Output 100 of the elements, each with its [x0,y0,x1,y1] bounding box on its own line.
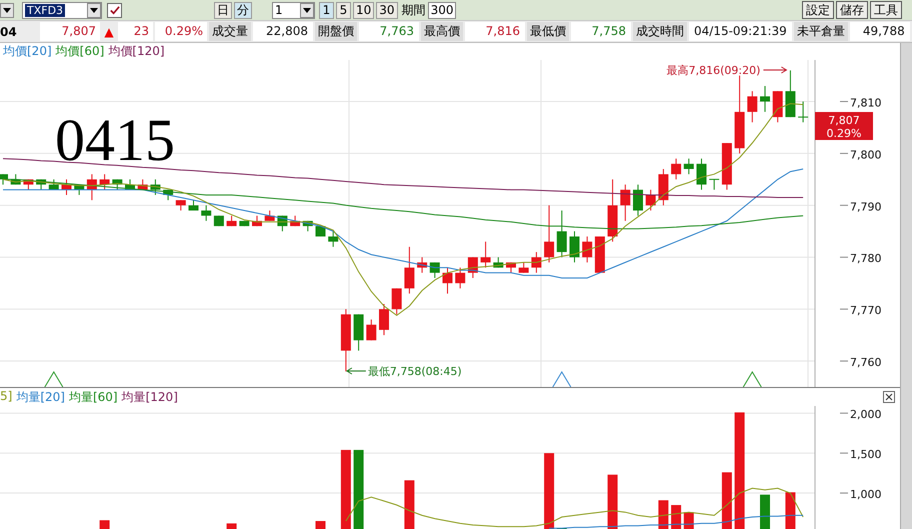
unit-button[interactable]: 日 [214,2,232,18]
candlestick [442,267,452,294]
arrow [762,66,788,74]
volume-bar [785,492,796,529]
candlestick [772,90,783,123]
toolbar-button[interactable]: 工具 [870,1,902,19]
interval-button[interactable]: 30 [376,2,398,18]
candlestick [379,303,389,336]
volume-bar [722,472,732,529]
candlestick [531,252,542,274]
candlestick [302,220,313,232]
interval-button[interactable]: 1 [319,2,334,18]
change-percent: 0.29% [155,22,207,41]
candlestick [10,174,21,186]
candlestick [100,174,110,190]
field-label: 最高價 [421,22,463,41]
candlestick [23,178,34,190]
candlestick [252,215,262,227]
candlestick [328,230,338,248]
axis-label: 7,810 [850,96,882,110]
candlestick [518,262,529,274]
candlestick [417,256,428,274]
candlestick [62,178,72,196]
field-value: 49,788 [850,22,910,41]
field-value: 04/15-09:21:39 [689,22,792,41]
unit-button[interactable]: 分 [234,2,252,18]
candlestick [556,210,567,258]
low-annotation: 最低7,758(08:45) [368,365,462,378]
candlestick [684,158,694,175]
candlestick [277,215,288,232]
period-label: 期間 [402,2,426,18]
change-direction: ▲ [103,24,115,38]
candlestick [226,215,237,227]
symbol-code: 04 [0,24,18,38]
candlestick [0,174,8,186]
legend-item: 均量[120] [122,388,178,406]
axis-label: 1,500 [850,448,882,462]
candlestick [696,158,706,190]
candlestick [798,101,809,123]
interval-button[interactable]: 5 [336,2,351,18]
legend-item: 均價[60] [56,43,104,60]
candlestick [582,236,592,263]
candlestick [112,178,122,190]
axis-label: 1,000 [850,488,882,502]
caret-icon [90,8,98,12]
field-label: 開盤價 [315,22,357,41]
candlestick [201,204,212,222]
axis-label: 7,800 [850,148,882,162]
checkbox[interactable] [107,2,122,18]
candlestick [48,178,59,190]
candlestick [188,200,198,212]
dropdown-button[interactable] [0,2,14,18]
candlestick [722,142,732,190]
toolbar-button[interactable]: 設定 [802,1,834,19]
legend-item: 5] [0,388,12,404]
period-input[interactable]: 300 [428,2,456,18]
candlestick [264,210,275,222]
date-note: 0415 [55,107,175,173]
field-value: 22,808 [253,22,313,41]
axis-label: 7,790 [850,200,882,214]
field-label: 未平倉量 [794,22,848,41]
candlestick [760,85,770,112]
arrow [346,368,366,374]
symbol-select[interactable]: TXFD3 [22,2,102,18]
candlestick [430,262,440,278]
candlestick [658,168,668,206]
candlestick [366,319,376,341]
axis-label: 7,770 [850,304,882,318]
candlestick [150,178,160,196]
caret-icon [3,8,11,12]
candlestick [138,178,148,190]
toolbar-button[interactable]: 儲存 [836,1,868,19]
candlestick [708,178,720,190]
high-annotation: 最高7,816(09:20) [666,64,760,77]
volume-bar [608,474,618,529]
candlestick [468,256,478,278]
interval-select[interactable]: 1 [272,2,315,18]
legend-item: 均價[120] [108,43,165,60]
caret-icon [303,8,311,12]
interval-button[interactable]: 10 [353,2,374,18]
legend-item: 均量[60] [68,388,118,406]
candlestick [594,236,605,274]
price-change: 23 [118,22,153,41]
field-value: 7,816 [465,22,525,41]
field-value: 7,763 [359,22,419,41]
candlestick [392,288,402,315]
candlestick [125,178,135,190]
close-icon[interactable] [883,391,895,403]
candlestick [506,262,516,274]
volume-bar [100,520,110,529]
candlestick [646,189,656,212]
legend-item: 均價[20] [3,43,52,60]
candlestick [404,246,414,294]
axis-label: 7,780 [850,252,882,266]
check-icon [109,4,120,16]
candlestick [239,220,250,227]
candlestick [544,204,554,263]
axis-label: 7,760 [850,356,882,370]
candlestick [163,189,174,201]
last-price: 7,807 [40,22,100,41]
